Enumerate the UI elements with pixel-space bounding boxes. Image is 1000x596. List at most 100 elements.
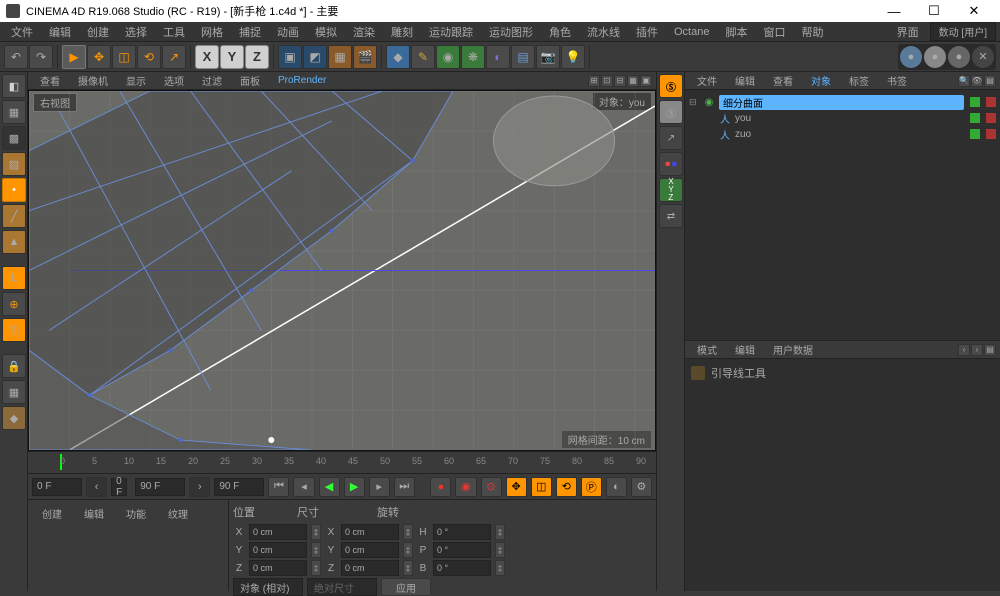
frame-start[interactable]: 0 F: [32, 478, 82, 496]
menu-动画[interactable]: 动画: [270, 22, 306, 42]
rot-input[interactable]: 0 °: [433, 542, 491, 558]
pos-input[interactable]: 0 cm: [249, 524, 307, 540]
size-input[interactable]: 0 cm: [341, 560, 399, 576]
vp-tab-0[interactable]: 查看: [32, 72, 68, 89]
play-forward[interactable]: ▶: [344, 477, 365, 497]
menu-工具[interactable]: 工具: [156, 22, 192, 42]
x-axis-toggle[interactable]: X: [195, 45, 219, 69]
attr-tab[interactable]: 模式: [689, 341, 725, 358]
recent-tool[interactable]: ↗: [162, 45, 186, 69]
point-mode[interactable]: •: [2, 178, 26, 202]
redo-button[interactable]: ↷: [29, 45, 53, 69]
obj-tab[interactable]: 书签: [879, 72, 915, 89]
render-button[interactable]: ▣: [278, 45, 302, 69]
play-back[interactable]: ◀: [319, 477, 340, 497]
keymode-opt[interactable]: ⚙: [631, 477, 652, 497]
menu-运动跟踪[interactable]: 运动跟踪: [422, 22, 480, 42]
pos-input[interactable]: 0 cm: [249, 542, 307, 558]
close-button[interactable]: ✕: [954, 0, 994, 22]
mat-tab[interactable]: 创建: [32, 504, 72, 523]
vp-tab-3[interactable]: 选项: [156, 72, 192, 89]
layout-select[interactable]: 数动 [用户]: [930, 22, 996, 41]
autokey[interactable]: ◉: [455, 477, 476, 497]
scale-tool[interactable]: ◫: [112, 45, 136, 69]
obj-tab[interactable]: 对象: [803, 72, 839, 89]
vp-tab-6[interactable]: ProRender: [270, 74, 334, 87]
nav-xyz[interactable]: XYZ: [659, 178, 683, 202]
select-tool[interactable]: ▶: [62, 45, 86, 69]
obj-tab[interactable]: 编辑: [727, 72, 763, 89]
tree-row[interactable]: ⊟◉细分曲面: [689, 94, 996, 110]
frame-range-end[interactable]: 90 F: [135, 478, 185, 496]
menu-窗口[interactable]: 窗口: [756, 22, 792, 42]
attr-tab[interactable]: 编辑: [727, 341, 763, 358]
picture-viewer-button[interactable]: 🎬: [353, 45, 377, 69]
cb2[interactable]: ●: [924, 46, 946, 68]
camera-button[interactable]: 📷: [536, 45, 560, 69]
menu-插件[interactable]: 插件: [629, 22, 665, 42]
mat-tab[interactable]: 纹理: [158, 504, 198, 523]
vp-tab-4[interactable]: 过滤: [194, 72, 230, 89]
make-editable[interactable]: ◧: [2, 74, 26, 98]
keysel[interactable]: ⊙: [481, 477, 502, 497]
environment-button[interactable]: ▤: [511, 45, 535, 69]
stepper-2[interactable]: ›: [189, 477, 210, 497]
goto-start[interactable]: ⏮: [268, 477, 289, 497]
rot-input[interactable]: 0 °: [433, 524, 491, 540]
keymode-param[interactable]: Ⓟ: [581, 477, 602, 497]
vp-tab-1[interactable]: 摄像机: [70, 72, 116, 89]
pos-input[interactable]: 0 cm: [249, 560, 307, 576]
y-axis-toggle[interactable]: Y: [220, 45, 244, 69]
rec-key[interactable]: ●: [430, 477, 451, 497]
z-axis-toggle[interactable]: Z: [245, 45, 269, 69]
workplane-button[interactable]: ◆: [2, 406, 26, 430]
workplane-mode[interactable]: ▨: [2, 152, 26, 176]
size-input[interactable]: 0 cm: [341, 524, 399, 540]
maximize-button[interactable]: ☐: [914, 0, 954, 22]
menu-编辑[interactable]: 编辑: [42, 22, 78, 42]
menu-创建[interactable]: 创建: [80, 22, 116, 42]
nav-sphere-s2[interactable]: Ⓢ: [659, 100, 683, 124]
keymode-scale[interactable]: ◫: [531, 477, 552, 497]
deformer-button[interactable]: ◐: [486, 45, 510, 69]
menu-脚本[interactable]: 脚本: [718, 22, 754, 42]
rotate-tool[interactable]: ⟲: [137, 45, 161, 69]
tree-row[interactable]: 人zuo: [689, 126, 996, 142]
keymode-rot[interactable]: ⟲: [556, 477, 577, 497]
size-input[interactable]: 0 cm: [341, 542, 399, 558]
next-key[interactable]: ▸: [369, 477, 390, 497]
vp-mini-4[interactable]: ▦: [627, 75, 639, 87]
pen-tool[interactable]: ✎: [411, 45, 435, 69]
attr-menu[interactable]: ▤: [984, 344, 996, 356]
tree-row[interactable]: 人you: [689, 110, 996, 126]
locked[interactable]: 🔒: [2, 354, 26, 378]
obj-tab[interactable]: 标签: [841, 72, 877, 89]
axis-mode[interactable]: L: [2, 266, 26, 290]
viewport[interactable]: 右视图 对象：you 网格间距：10 cm: [28, 90, 656, 451]
array-button[interactable]: ❋: [461, 45, 485, 69]
menu-帮助[interactable]: 帮助: [794, 22, 830, 42]
edge-mode[interactable]: ╱: [2, 204, 26, 228]
render-region-button[interactable]: ◩: [303, 45, 327, 69]
move-tool[interactable]: ✥: [87, 45, 111, 69]
cb1[interactable]: ●: [900, 46, 922, 68]
obj-tab[interactable]: 查看: [765, 72, 801, 89]
stepper-1[interactable]: ‹: [86, 477, 107, 497]
nav-balls[interactable]: ●●: [659, 152, 683, 176]
keymode-pla[interactable]: ◐: [606, 477, 627, 497]
menu-文件[interactable]: 文件: [4, 22, 40, 42]
undo-button[interactable]: ↶: [4, 45, 28, 69]
minimize-button[interactable]: —: [874, 0, 914, 22]
obj-tab[interactable]: 文件: [689, 72, 725, 89]
vp-tab-2[interactable]: 显示: [118, 72, 154, 89]
om-eye-icon[interactable]: 👁: [971, 75, 983, 87]
coord-size-select[interactable]: 绝对尺寸: [307, 578, 377, 596]
om-search-icon[interactable]: 🔍: [958, 75, 970, 87]
vp-mini-3[interactable]: ⊟: [614, 75, 626, 87]
menu-雕刻[interactable]: 雕刻: [384, 22, 420, 42]
texture-mode[interactable]: ▩: [2, 126, 26, 150]
mat-tab[interactable]: 编辑: [74, 504, 114, 523]
model-mode[interactable]: ▦: [2, 100, 26, 124]
vp-tab-5[interactable]: 面板: [232, 72, 268, 89]
snap-toggle[interactable]: Ⓢ: [2, 318, 26, 342]
